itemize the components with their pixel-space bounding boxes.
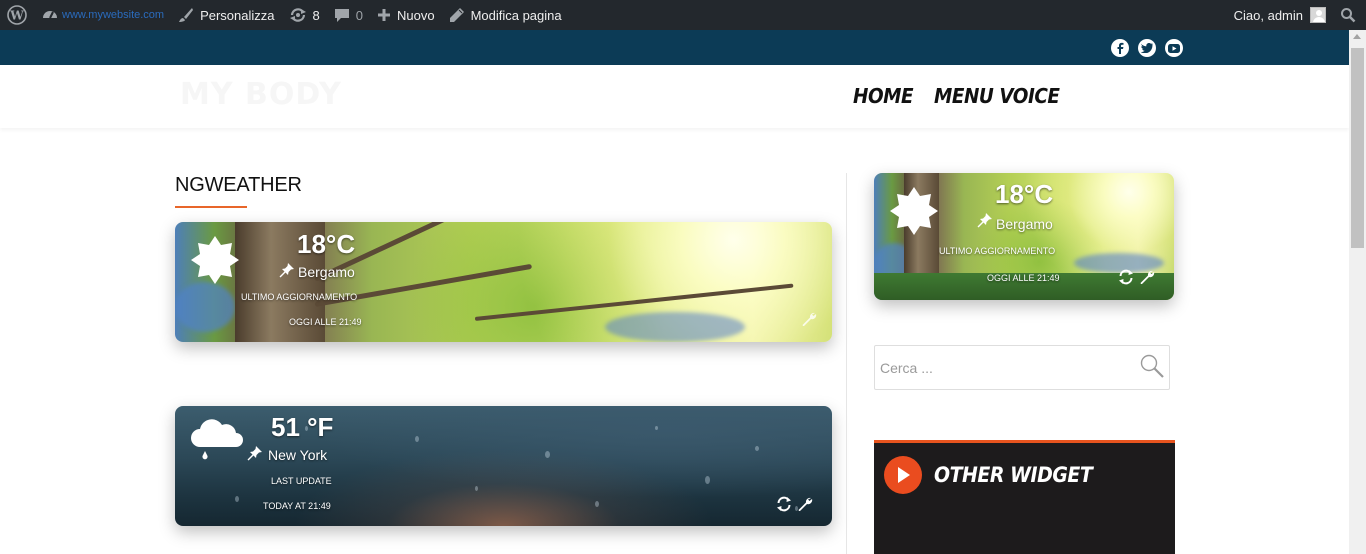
admin-bar: W www.mywebsite.com Personalizza 8 0 Nuo… — [0, 0, 1366, 30]
comments-count: 0 — [355, 7, 363, 23]
column-divider — [846, 173, 847, 554]
site-url-link[interactable]: www.mywebsite.com — [62, 9, 164, 21]
wordpress-icon: W — [7, 5, 27, 25]
new-content-button[interactable]: Nuovo — [370, 0, 442, 30]
search-widget — [874, 345, 1170, 390]
rain-cloud-icon — [188, 417, 244, 466]
updates-count: 8 — [312, 7, 320, 23]
scroll-up-arrow-icon[interactable] — [1353, 34, 1361, 39]
wrench-icon[interactable] — [797, 496, 813, 517]
page-scrollbar[interactable] — [1349, 30, 1366, 554]
play-icon[interactable] — [884, 456, 922, 494]
location-pin-icon — [247, 445, 263, 466]
weather-card-bergamo: 18°C Bergamo ULTIMO AGGIORNAMENTO OGGI A… — [175, 222, 832, 342]
admin-search-button[interactable] — [1333, 0, 1366, 30]
site-name-button[interactable]: www.mywebsite.com — [34, 0, 171, 30]
sun-icon — [191, 236, 239, 289]
social-top-bar — [0, 30, 1349, 65]
comments-button[interactable]: 0 — [327, 0, 370, 30]
updates-icon — [289, 7, 307, 23]
my-account-button[interactable]: Ciao, admin — [1227, 0, 1333, 30]
weather-temperature: 51 °F — [271, 412, 334, 442]
weather-update-time: OGGI ALLE 21:49 — [987, 273, 1060, 283]
scrollbar-thumb[interactable] — [1351, 48, 1364, 248]
weather-update-label: ULTIMO AGGIORNAMENTO — [241, 292, 358, 302]
sidebar-weather-widget: 18°C Bergamo ULTIMO AGGIORNAMENTO OGGI A… — [874, 173, 1174, 300]
search-icon — [1340, 7, 1356, 23]
pencil-icon — [449, 7, 465, 23]
new-label: Nuovo — [396, 7, 435, 23]
other-widget: OTHER WIDGET — [874, 440, 1175, 554]
wrench-icon[interactable] — [801, 311, 817, 332]
weather-update-label: ULTIMO AGGIORNAMENTO — [939, 246, 1056, 256]
dashboard-icon — [41, 6, 59, 24]
admin-bar-right: Ciao, admin — [1227, 0, 1366, 30]
greeting-label: Ciao, admin — [1233, 7, 1303, 23]
location-pin-icon — [279, 262, 295, 283]
updates-button[interactable]: 8 — [282, 0, 327, 30]
site-header: MY BODY HOME MENU VOICE — [0, 65, 1349, 128]
nav-item-menu-voice[interactable]: MENU VOICE — [934, 84, 1060, 108]
refresh-icon[interactable] — [1118, 269, 1134, 290]
customize-button[interactable]: Personalizza — [171, 0, 281, 30]
nav-item-home[interactable]: HOME — [853, 84, 914, 108]
search-icon[interactable] — [1139, 353, 1165, 384]
weather-tools — [801, 311, 817, 332]
weather-update-time: OGGI ALLE 21:49 — [289, 317, 362, 327]
comment-icon — [334, 7, 350, 23]
site-logo[interactable]: MY BODY — [180, 77, 342, 112]
weather-temperature: 18°C — [995, 179, 1054, 209]
weather-card-new-york: 51 °F New York LAST UPDATE TODAY AT 21:4… — [175, 406, 832, 526]
brush-icon — [178, 7, 194, 23]
sun-icon — [890, 187, 938, 240]
youtube-icon[interactable] — [1165, 39, 1183, 57]
avatar — [1310, 7, 1326, 23]
customize-label: Personalizza — [200, 7, 275, 23]
weather-city: New York — [268, 447, 328, 463]
edit-page-label: Modifica pagina — [470, 7, 562, 23]
plus-icon — [377, 8, 391, 22]
other-widget-title: OTHER WIDGET — [934, 463, 1093, 487]
page-title: NGWEATHER — [175, 174, 302, 196]
weather-city: Bergamo — [298, 264, 355, 280]
edit-page-button[interactable]: Modifica pagina — [442, 0, 569, 30]
facebook-icon[interactable] — [1111, 39, 1129, 57]
location-pin-icon — [977, 212, 993, 233]
weather-city: Bergamo — [996, 216, 1053, 232]
weather-update-time: TODAY AT 21:49 — [263, 501, 331, 511]
weather-temperature: 18°C — [297, 229, 356, 259]
weather-tools — [776, 496, 813, 517]
title-underline — [175, 206, 247, 208]
refresh-icon[interactable] — [776, 496, 792, 517]
weather-tools — [1118, 269, 1155, 290]
svg-text:W: W — [9, 9, 24, 23]
search-input[interactable] — [875, 346, 1135, 389]
twitter-icon[interactable] — [1138, 39, 1156, 57]
weather-update-label: LAST UPDATE — [271, 476, 332, 486]
wrench-icon[interactable] — [1139, 269, 1155, 290]
wordpress-logo-button[interactable]: W — [0, 0, 34, 30]
